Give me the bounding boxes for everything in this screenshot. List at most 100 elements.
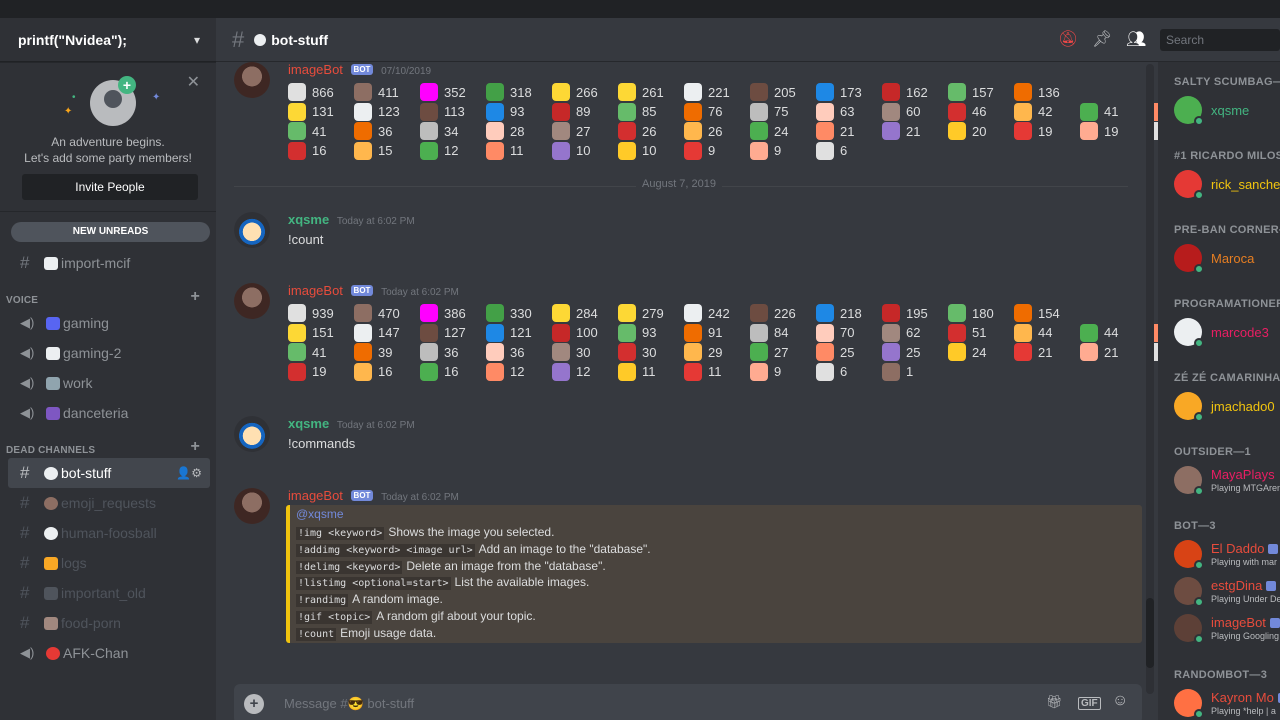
author-name[interactable]: imageBot	[288, 488, 343, 503]
scrollbar-thumb[interactable]	[1146, 598, 1154, 668]
custom-emoji-icon[interactable]	[684, 343, 702, 362]
custom-emoji-icon[interactable]	[750, 102, 768, 121]
custom-emoji-icon[interactable]	[882, 343, 900, 362]
custom-emoji-icon[interactable]	[948, 83, 966, 101]
custom-emoji-icon[interactable]	[750, 141, 768, 160]
custom-emoji-icon[interactable]	[420, 304, 438, 322]
search-input[interactable]: Search	[1160, 29, 1280, 51]
custom-emoji-icon[interactable]	[1014, 83, 1032, 101]
member-item[interactable]: MayaPlays Playing MTGAren	[1174, 464, 1280, 496]
custom-emoji-icon[interactable]	[354, 102, 372, 121]
custom-emoji-icon[interactable]	[420, 362, 438, 381]
pin-icon[interactable]: 📌︎	[1092, 30, 1112, 50]
custom-emoji-icon[interactable]	[420, 122, 438, 141]
custom-emoji-icon[interactable]	[882, 122, 900, 141]
author-name[interactable]: imageBot	[288, 283, 343, 298]
custom-emoji-icon[interactable]	[354, 141, 372, 160]
custom-emoji-icon[interactable]	[684, 362, 702, 381]
custom-emoji-icon[interactable]	[618, 122, 636, 141]
custom-emoji-icon[interactable]	[618, 102, 636, 121]
custom-emoji-icon[interactable]	[552, 362, 570, 381]
add-channel-icon[interactable]: +	[190, 288, 200, 306]
add-channel-icon[interactable]: +	[190, 438, 200, 456]
author-name[interactable]: xqsme	[288, 416, 329, 431]
member-item[interactable]: El Daddo Playing with mar	[1174, 538, 1279, 570]
custom-emoji-icon[interactable]	[948, 323, 966, 342]
message-input[interactable]: Message #😎 bot-stuff	[284, 696, 414, 712]
member-item[interactable]: marcode3	[1174, 316, 1269, 348]
custom-emoji-icon[interactable]	[552, 122, 570, 141]
custom-emoji-icon[interactable]	[288, 141, 306, 160]
custom-emoji-icon[interactable]	[750, 362, 768, 381]
custom-emoji-icon[interactable]	[618, 362, 636, 381]
custom-emoji-icon[interactable]	[354, 343, 372, 362]
custom-emoji-icon[interactable]	[552, 343, 570, 362]
member-item[interactable]: imageBot Playing Googling	[1174, 612, 1280, 644]
custom-emoji-icon[interactable]	[354, 83, 372, 101]
custom-emoji-icon[interactable]	[420, 323, 438, 342]
custom-emoji-icon[interactable]	[420, 343, 438, 362]
custom-emoji-icon[interactable]	[1080, 343, 1098, 362]
custom-emoji-icon[interactable]	[684, 122, 702, 141]
channel-emoji-requests[interactable]: # emoji_requests	[0, 488, 210, 518]
custom-emoji-icon[interactable]	[288, 323, 306, 342]
user-mention[interactable]: @xqsme	[296, 507, 344, 521]
custom-emoji-icon[interactable]	[948, 122, 966, 141]
emoji-picker-icon[interactable]: ☺	[1112, 692, 1128, 710]
custom-emoji-icon[interactable]	[354, 304, 372, 322]
custom-emoji-icon[interactable]	[882, 304, 900, 322]
voice-channel-gaming-2[interactable]: ◀) gaming-2	[0, 338, 210, 368]
category-voice[interactable]: VOICE +	[0, 282, 216, 308]
custom-emoji-icon[interactable]	[684, 102, 702, 121]
avatar[interactable]	[234, 212, 270, 248]
member-item[interactable]: xqsme	[1174, 94, 1249, 126]
custom-emoji-icon[interactable]	[750, 304, 768, 322]
custom-emoji-icon[interactable]	[420, 83, 438, 101]
custom-emoji-icon[interactable]	[1014, 122, 1032, 141]
guild-header[interactable]: printf("Nvidea"); ▾	[0, 18, 216, 62]
custom-emoji-icon[interactable]	[354, 323, 372, 342]
channel-human-foosball[interactable]: # human-foosball	[0, 518, 210, 548]
new-unreads-bar[interactable]: NEW UNREADS	[11, 222, 210, 242]
member-item[interactable]: jmachado0	[1174, 390, 1275, 422]
category-dead-channels[interactable]: DEAD CHANNELS +	[0, 432, 216, 458]
channel-food-porn[interactable]: # food-porn	[0, 608, 210, 638]
voice-channel-work[interactable]: ◀) work	[0, 368, 210, 398]
member-item[interactable]: rick_sanche	[1174, 168, 1280, 200]
custom-emoji-icon[interactable]	[816, 304, 834, 322]
custom-emoji-icon[interactable]	[1014, 102, 1032, 121]
invite-people-button[interactable]: Invite People	[22, 174, 198, 200]
custom-emoji-icon[interactable]	[816, 83, 834, 101]
custom-emoji-icon[interactable]	[816, 122, 834, 141]
custom-emoji-icon[interactable]	[816, 323, 834, 342]
invite-settings-icons[interactable]: 👤⚙	[176, 466, 210, 480]
custom-emoji-icon[interactable]	[552, 141, 570, 160]
custom-emoji-icon[interactable]	[882, 323, 900, 342]
member-item[interactable]: Kayron Mo Playing *help | a	[1174, 687, 1280, 719]
custom-emoji-icon[interactable]	[288, 83, 306, 101]
custom-emoji-icon[interactable]	[882, 362, 900, 381]
custom-emoji-icon[interactable]	[552, 304, 570, 322]
custom-emoji-icon[interactable]	[486, 102, 504, 121]
custom-emoji-icon[interactable]	[816, 362, 834, 381]
custom-emoji-icon[interactable]	[486, 323, 504, 342]
voice-channel-danceteria[interactable]: ◀) danceteria	[0, 398, 210, 428]
custom-emoji-icon[interactable]	[684, 304, 702, 322]
custom-emoji-icon[interactable]	[948, 304, 966, 322]
custom-emoji-icon[interactable]	[816, 141, 834, 160]
mute-bell-icon[interactable]: 🔕︎	[1058, 30, 1078, 50]
avatar[interactable]	[234, 283, 270, 319]
upload-plus-icon[interactable]: +	[244, 694, 264, 714]
member-item[interactable]: Maroca	[1174, 242, 1254, 274]
custom-emoji-icon[interactable]	[1080, 102, 1098, 121]
custom-emoji-icon[interactable]	[420, 102, 438, 121]
custom-emoji-icon[interactable]	[288, 122, 306, 141]
avatar[interactable]	[234, 416, 270, 452]
custom-emoji-icon[interactable]	[486, 141, 504, 160]
custom-emoji-icon[interactable]	[684, 323, 702, 342]
custom-emoji-icon[interactable]	[552, 323, 570, 342]
custom-emoji-icon[interactable]	[486, 122, 504, 141]
custom-emoji-icon[interactable]	[486, 83, 504, 101]
custom-emoji-icon[interactable]	[1014, 343, 1032, 362]
custom-emoji-icon[interactable]	[750, 83, 768, 101]
